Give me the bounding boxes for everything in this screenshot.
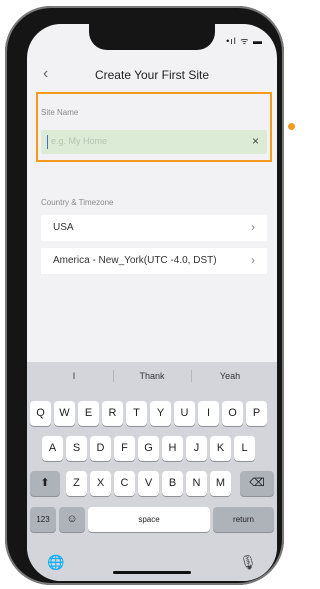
key-d[interactable]: D bbox=[90, 436, 111, 461]
home-indicator bbox=[113, 571, 191, 574]
site-name-highlight-box bbox=[36, 92, 272, 162]
key-x[interactable]: X bbox=[90, 471, 111, 496]
emoji-key-icon[interactable]: ☺ bbox=[59, 507, 85, 532]
key-s[interactable]: S bbox=[66, 436, 87, 461]
key-f[interactable]: F bbox=[114, 436, 135, 461]
key-c[interactable]: C bbox=[114, 471, 135, 496]
key-y[interactable]: Y bbox=[150, 401, 171, 426]
timezone-value: America - New_York(UTC -4.0, DST) bbox=[53, 255, 217, 266]
shift-key-icon[interactable]: ⬆ bbox=[30, 471, 60, 496]
suggestion-divider bbox=[191, 370, 192, 382]
key-w[interactable]: W bbox=[54, 401, 75, 426]
key-r[interactable]: R bbox=[102, 401, 123, 426]
key-g[interactable]: G bbox=[138, 436, 159, 461]
timezone-row[interactable]: America - New_York(UTC -4.0, DST) › bbox=[41, 248, 267, 274]
numbers-key[interactable]: 123 bbox=[30, 507, 56, 532]
chevron-right-icon: › bbox=[251, 220, 255, 234]
key-l[interactable]: L bbox=[234, 436, 255, 461]
key-j[interactable]: J bbox=[186, 436, 207, 461]
country-timezone-label: Country & Timezone bbox=[41, 198, 114, 207]
key-t[interactable]: T bbox=[126, 401, 147, 426]
key-k[interactable]: K bbox=[210, 436, 231, 461]
key-u[interactable]: U bbox=[174, 401, 195, 426]
suggestion-1[interactable]: I bbox=[39, 371, 109, 381]
notch bbox=[89, 24, 215, 50]
suggestion-divider bbox=[113, 370, 114, 382]
country-row[interactable]: USA › bbox=[41, 215, 267, 241]
suggestion-bar: I Thank Yeah bbox=[27, 362, 277, 390]
chevron-right-icon: › bbox=[251, 253, 255, 267]
key-q[interactable]: Q bbox=[30, 401, 51, 426]
key-e[interactable]: E bbox=[78, 401, 99, 426]
keyboard: I Thank Yeah Q W E R T Y U I O P A S D F… bbox=[27, 362, 277, 581]
nav-bar: ‹ Create Your First Site bbox=[27, 62, 277, 90]
return-key[interactable]: return bbox=[213, 507, 274, 532]
key-b[interactable]: B bbox=[162, 471, 183, 496]
key-o[interactable]: O bbox=[222, 401, 243, 426]
key-v[interactable]: V bbox=[138, 471, 159, 496]
microphone-icon[interactable]: 🎙 bbox=[239, 554, 257, 571]
globe-icon[interactable]: 🌐 bbox=[47, 554, 64, 571]
key-h[interactable]: H bbox=[162, 436, 183, 461]
suggestion-2[interactable]: Thank bbox=[117, 371, 187, 381]
space-key[interactable]: space bbox=[88, 507, 210, 532]
key-m[interactable]: M bbox=[210, 471, 231, 496]
key-a[interactable]: A bbox=[42, 436, 63, 461]
backspace-key-icon[interactable]: ⌫ bbox=[240, 471, 274, 496]
key-i[interactable]: I bbox=[198, 401, 219, 426]
status-icons: •ıl ᯤ ▬ bbox=[226, 36, 263, 46]
callout-marker bbox=[288, 123, 295, 130]
suggestion-3[interactable]: Yeah bbox=[195, 371, 265, 381]
key-z[interactable]: Z bbox=[66, 471, 87, 496]
country-value: USA bbox=[53, 222, 74, 233]
page-title: Create Your First Site bbox=[94, 68, 210, 82]
key-n[interactable]: N bbox=[186, 471, 207, 496]
key-p[interactable]: P bbox=[246, 401, 267, 426]
